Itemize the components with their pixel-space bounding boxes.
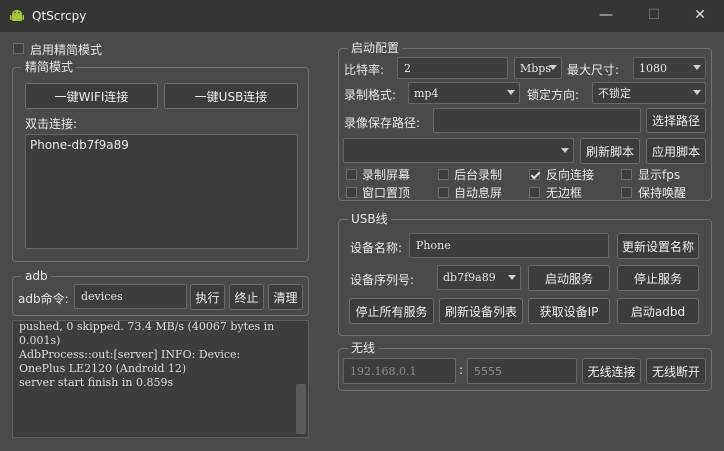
double-click-label: 双击连接: bbox=[25, 117, 78, 131]
ip-address-input[interactable]: 192.168.0.1 bbox=[343, 358, 456, 384]
auto-screen-off-label: 自动息屏 bbox=[454, 186, 503, 200]
close-button[interactable]: ✕ bbox=[677, 0, 723, 32]
select-path-button[interactable]: 选择路径 bbox=[646, 108, 706, 133]
stay-on-top-checkbox[interactable] bbox=[346, 187, 357, 198]
record-format-select[interactable]: mp4 bbox=[408, 82, 520, 104]
device-list[interactable]: Phone-db7f9a89 bbox=[25, 134, 298, 249]
chevron-down-icon bbox=[561, 147, 569, 153]
stay-on-top-label: 窗口置顶 bbox=[362, 186, 411, 200]
device-name-label: 设备名称: bbox=[350, 241, 403, 255]
max-size-label: 最大尺寸: bbox=[567, 63, 620, 77]
record-format-label: 录制格式: bbox=[344, 88, 397, 102]
frameless-checkbox[interactable] bbox=[529, 187, 540, 198]
log-output[interactable]: pushed, 0 skipped. 73.4 MB/s (40067 byte… bbox=[12, 320, 309, 438]
log-line: OnePlus LE2120 (Android 12) bbox=[19, 362, 187, 375]
record-screen-label: 录制屏幕 bbox=[362, 168, 411, 182]
refresh-script-button[interactable]: 刷新脚本 bbox=[580, 138, 640, 164]
wifi-connect-button[interactable]: 一键WIFI连接 bbox=[25, 83, 158, 109]
adb-command-input[interactable]: devices bbox=[74, 284, 187, 309]
wireless-connect-button[interactable]: 无线连接 bbox=[582, 358, 641, 384]
usb-connect-button[interactable]: 一键USB连接 bbox=[164, 83, 298, 109]
simple-mode-checkbox[interactable] bbox=[13, 43, 24, 54]
device-name-input[interactable]: Phone bbox=[409, 233, 609, 258]
startup-config-title: 启动配置 bbox=[348, 41, 403, 55]
adb-stop-button[interactable]: 终止 bbox=[229, 284, 264, 310]
log-scrollbar[interactable] bbox=[295, 322, 307, 436]
log-line: pushed, 0 skipped. 73.4 MB/s (40067 byte… bbox=[19, 320, 275, 333]
frameless-label: 无边框 bbox=[546, 186, 583, 200]
background-record-label: 后台录制 bbox=[454, 168, 503, 182]
adb-execute-button[interactable]: 执行 bbox=[190, 284, 225, 310]
serial-select[interactable]: db7f9a89 bbox=[437, 265, 521, 290]
start-adbd-button[interactable]: 启动adbd bbox=[617, 298, 699, 324]
max-size-value: 1080 bbox=[639, 61, 667, 75]
simple-mode-label: 启用精简模式 bbox=[30, 43, 103, 57]
get-device-ip-button[interactable]: 获取设备IP bbox=[528, 298, 610, 324]
reverse-connect-checkbox[interactable] bbox=[529, 169, 540, 180]
auto-screen-off-checkbox[interactable] bbox=[438, 187, 449, 198]
serial-label: 设备序列号: bbox=[350, 273, 415, 287]
log-line: server start finish in 0.859s bbox=[19, 376, 174, 389]
chevron-down-icon bbox=[693, 65, 701, 70]
log-line: 0.001s) bbox=[19, 334, 61, 347]
adb-clear-button[interactable]: 清理 bbox=[268, 284, 303, 310]
log-scrollbar-thumb[interactable] bbox=[296, 384, 306, 434]
record-path-label: 录像保存路径: bbox=[344, 116, 421, 130]
lock-orientation-select[interactable]: 不锁定 bbox=[592, 82, 706, 104]
ip-port-separator: : bbox=[459, 363, 464, 377]
record-format-value: mp4 bbox=[414, 86, 439, 100]
adb-command-label: adb命令: bbox=[18, 292, 69, 306]
chevron-down-icon bbox=[693, 90, 701, 95]
lock-orientation-label: 锁定方向: bbox=[527, 88, 580, 102]
show-fps-checkbox[interactable] bbox=[621, 169, 632, 180]
stop-all-services-button[interactable]: 停止所有服务 bbox=[349, 298, 434, 324]
record-screen-checkbox[interactable] bbox=[346, 169, 357, 180]
script-select[interactable] bbox=[343, 138, 574, 163]
keep-awake-checkbox[interactable] bbox=[621, 187, 632, 198]
port-input[interactable]: 5555 bbox=[467, 358, 577, 384]
wireless-disconnect-button[interactable]: 无线断开 bbox=[646, 358, 706, 384]
keep-awake-label: 保持唤醒 bbox=[638, 186, 687, 200]
lock-orientation-value: 不锁定 bbox=[598, 87, 631, 100]
adb-group-title: adb bbox=[22, 269, 51, 283]
device-list-item[interactable]: Phone-db7f9a89 bbox=[30, 138, 129, 152]
bitrate-unit-value: Mbps bbox=[520, 61, 551, 75]
update-device-name-button[interactable]: 更新设置名称 bbox=[617, 233, 699, 259]
wireless-group-title: 无线 bbox=[348, 341, 379, 355]
maximize-button[interactable]: ☐ bbox=[631, 0, 677, 32]
usb-group-title: USB线 bbox=[348, 212, 391, 226]
simple-mode-group-title: 精简模式 bbox=[22, 60, 77, 74]
log-line: AdbProcess::out:[server] INFO: Device: bbox=[19, 348, 241, 361]
max-size-select[interactable]: 1080 bbox=[633, 57, 706, 79]
window-title: QtScrcpy bbox=[32, 9, 87, 23]
bitrate-input[interactable]: 2 bbox=[397, 57, 508, 79]
android-icon bbox=[10, 10, 24, 21]
chevron-down-icon bbox=[508, 274, 516, 280]
chevron-down-icon bbox=[507, 90, 515, 95]
refresh-device-list-button[interactable]: 刷新设备列表 bbox=[439, 298, 523, 324]
apply-script-button[interactable]: 应用脚本 bbox=[646, 138, 706, 164]
background-record-checkbox[interactable] bbox=[438, 169, 449, 180]
reverse-connect-label: 反向连接 bbox=[546, 168, 595, 182]
stop-service-button[interactable]: 停止服务 bbox=[617, 265, 699, 291]
serial-value: db7f9a89 bbox=[443, 271, 496, 284]
record-path-input[interactable] bbox=[433, 108, 641, 133]
start-service-button[interactable]: 启动服务 bbox=[528, 265, 610, 291]
minimize-button[interactable]: — bbox=[583, 0, 629, 32]
bitrate-unit-select[interactable]: Mbps bbox=[514, 57, 562, 79]
chevron-down-icon bbox=[549, 65, 557, 70]
show-fps-label: 显示fps bbox=[638, 168, 681, 182]
bitrate-label: 比特率: bbox=[344, 63, 385, 77]
